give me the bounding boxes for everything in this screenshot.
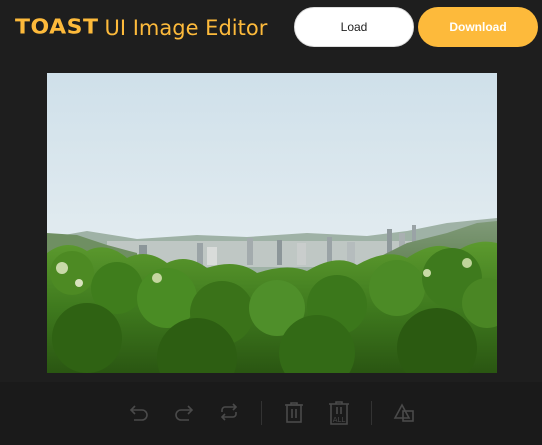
canvas-area[interactable]	[0, 56, 542, 382]
delete-all-label: ALL	[333, 416, 346, 424]
toolbar-divider	[371, 401, 372, 425]
delete-icon[interactable]	[281, 399, 307, 425]
redo-icon[interactable]	[171, 399, 197, 425]
toolbar-divider	[261, 401, 262, 425]
load-button[interactable]: Load	[294, 7, 414, 47]
logo: TOAST UI Image Editor	[15, 13, 267, 43]
toolbar: ALL	[0, 382, 542, 445]
photo-image	[47, 73, 497, 373]
shape-icon[interactable]	[391, 399, 417, 425]
download-button[interactable]: Download	[418, 7, 538, 47]
logo-brand: TOAST	[15, 16, 99, 40]
header: TOAST UI Image Editor Load Download	[0, 0, 542, 56]
logo-title: UI Image Editor	[104, 16, 268, 40]
image-editor-app: TOAST UI Image Editor Load Download ALL	[0, 0, 542, 445]
landscape-photo[interactable]	[47, 73, 497, 373]
reset-icon[interactable]	[216, 399, 242, 425]
delete-all-icon[interactable]: ALL	[326, 399, 352, 425]
undo-icon[interactable]	[126, 399, 152, 425]
